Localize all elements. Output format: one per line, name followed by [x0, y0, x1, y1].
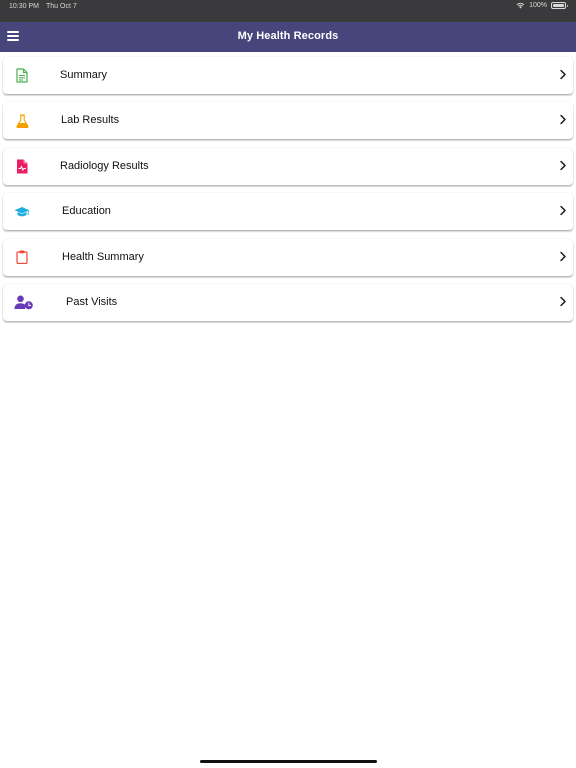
- chevron-right-icon: [560, 69, 566, 80]
- menu-item-label: Health Summary: [62, 250, 144, 263]
- wifi-icon: [516, 2, 525, 9]
- menu-item-label: Lab Results: [61, 114, 120, 127]
- flask-icon: [13, 112, 31, 129]
- battery-fill: [553, 4, 564, 7]
- menu-item-label: Radiology Results: [60, 159, 149, 172]
- home-indicator[interactable]: [200, 760, 377, 763]
- chevron-right-icon: [560, 115, 566, 125]
- chevron-right-icon: [560, 296, 566, 307]
- menu-item-education[interactable]: Education: [3, 193, 573, 231]
- status-time: 10:30 PM: [9, 3, 39, 10]
- records-menu-list: Summary Lab Results Radiology Results Ed…: [3, 57, 573, 329]
- user-clock-icon: [14, 294, 34, 311]
- nav-bar: My Health Records: [0, 22, 576, 52]
- menu-item-label: Education: [62, 205, 111, 218]
- medical-file-icon: [13, 158, 31, 175]
- clipboard-icon: [13, 249, 31, 266]
- chevron-right-icon: [560, 160, 566, 170]
- menu-item-summary[interactable]: Summary: [3, 57, 573, 94]
- status-right: 100%: [516, 2, 568, 9]
- menu-item-radiology-results[interactable]: Radiology Results: [3, 147, 573, 185]
- battery-icon: [551, 2, 568, 9]
- menu-item-past-visits[interactable]: Past Visits: [3, 283, 573, 321]
- menu-item-lab-results[interactable]: Lab Results: [3, 102, 573, 140]
- battery-percent: 100%: [529, 2, 547, 9]
- graduation-cap-icon: [13, 203, 31, 220]
- document-icon: [13, 67, 31, 84]
- menu-item-health-summary[interactable]: Health Summary: [3, 238, 573, 276]
- page-title: My Health Records: [237, 30, 339, 42]
- chevron-right-icon: [560, 205, 566, 216]
- menu-item-label: Summary: [60, 69, 108, 81]
- status-date: Thu Oct 7: [46, 3, 77, 10]
- chevron-right-icon: [560, 251, 566, 261]
- status-bar: 10:30 PM Thu Oct 7 100%: [0, 0, 576, 22]
- menu-item-label: Past Visits: [66, 295, 118, 308]
